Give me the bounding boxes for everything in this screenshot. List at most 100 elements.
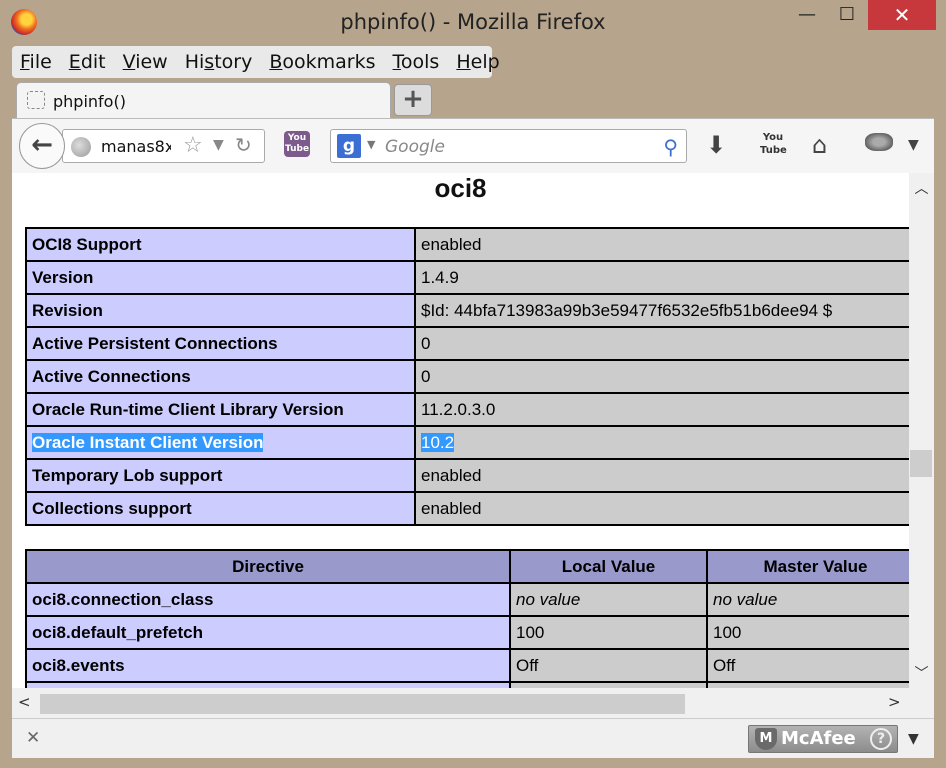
home-icon[interactable]: ⌂ <box>812 131 827 159</box>
table-row: Active Connections 0 <box>25 359 909 394</box>
table-header-row: Directive Local Value Master Value <box>25 549 909 584</box>
row-value-text: 10.2 <box>421 432 455 452</box>
local-value: 100 <box>509 615 708 650</box>
row-value-text: 0 <box>421 366 431 386</box>
scroll-up-icon[interactable]: ︿ <box>909 178 934 198</box>
download-icon[interactable]: ⬇ <box>706 131 726 159</box>
row-key-text: Revision <box>32 300 103 320</box>
scroll-right-icon[interactable]: > <box>888 693 901 711</box>
directive-name: oci8.default_prefetch <box>25 615 511 650</box>
row-value-text: 11.2.0.3.0 <box>421 399 496 419</box>
tab-label: phpinfo() <box>53 92 126 111</box>
table-row: oci8.default_prefetch 100 100 <box>25 615 909 650</box>
search-icon[interactable]: ⚲ <box>663 135 678 159</box>
new-tab-button[interactable]: + <box>394 84 432 116</box>
row-value-text: 0 <box>421 333 431 353</box>
row-key-text: Temporary Lob support <box>32 465 223 485</box>
horizontal-scrollbar[interactable]: < > <box>12 688 934 718</box>
url-bar[interactable]: manas8x ☆ ▼ ↻ <box>62 129 265 163</box>
horizontal-scroll-thumb[interactable] <box>40 694 685 714</box>
google-engine-icon[interactable]: g <box>337 134 361 158</box>
row-key: Temporary Lob support <box>25 458 416 493</box>
row-value: 0 <box>414 359 909 394</box>
directive-name: oci8.connection_class <box>25 582 511 617</box>
row-value: 1.4.9 <box>414 260 909 295</box>
row-key: Version <box>25 260 416 295</box>
row-value: enabled <box>414 491 909 526</box>
master-value: Off <box>706 648 909 683</box>
close-window-button[interactable]: ✕ <box>868 0 936 30</box>
close-addon-bar-icon[interactable]: ✕ <box>26 728 40 748</box>
engine-dropdown-icon[interactable]: ▼ <box>367 138 375 151</box>
menu-help[interactable]: Help <box>456 51 499 73</box>
table-row: Oracle Instant Client Version 10.2 <box>25 425 909 460</box>
row-value-text: enabled <box>421 234 482 254</box>
row-key-text: Oracle Run-time Client Library Version <box>32 399 344 419</box>
master-value: no value <box>706 582 909 617</box>
row-key: Oracle Run-time Client Library Version <box>25 392 416 427</box>
row-key: Active Connections <box>25 359 416 394</box>
navigation-toolbar: manas8x ☆ ▼ ↻ ← You Tube g ▼ Google ⚲ ⬇ … <box>12 118 934 173</box>
table-row: Active Persistent Connections 0 <box>25 326 909 361</box>
minimize-button[interactable]: — <box>792 0 822 30</box>
back-button[interactable]: ← <box>19 123 65 169</box>
row-value: 11.2.0.3.0 <box>414 392 909 427</box>
youtube-extension-icon[interactable]: You Tube <box>284 131 310 157</box>
url-text[interactable]: manas8x <box>101 137 171 156</box>
mcafee-button[interactable]: M McAfee ? <box>748 725 898 753</box>
row-value: $Id: 44bfa713983a99b3e59477f6532e5fb51b6… <box>414 293 909 328</box>
reload-icon[interactable]: ↻ <box>235 133 252 157</box>
row-key-text: Collections support <box>32 498 192 518</box>
search-input[interactable]: Google <box>385 137 445 157</box>
toolbar-menu-dropdown-icon[interactable]: ▼ <box>908 137 919 153</box>
menu-tools[interactable]: Tools <box>393 51 440 73</box>
row-value: enabled <box>414 458 909 493</box>
table-row: oci8.events Off Off <box>25 648 909 683</box>
row-key: Active Persistent Connections <box>25 326 416 361</box>
youtube-icon[interactable]: You Tube <box>760 131 787 159</box>
table-row: oci8.connection_class no value no value <box>25 582 909 617</box>
row-key-text: Version <box>32 267 94 287</box>
tab-phpinfo[interactable]: phpinfo() <box>16 82 391 122</box>
directives-table: Directive Local Value Master Value oci8.… <box>25 549 909 688</box>
scroll-left-icon[interactable]: < <box>18 693 31 711</box>
header-local-value: Local Value <box>509 549 708 584</box>
menu-history[interactable]: History <box>185 51 253 73</box>
scroll-down-icon[interactable]: ﹀ <box>909 663 934 683</box>
table-row: Collections support enabled <box>25 491 909 526</box>
table-row: Version 1.4.9 <box>25 260 909 295</box>
vertical-scrollbar[interactable]: ︿ ﹀ <box>909 173 934 688</box>
menu-bookmarks[interactable]: Bookmarks <box>269 51 375 73</box>
row-key: Collections support <box>25 491 416 526</box>
directive-name: oci8.events <box>25 648 511 683</box>
vertical-scroll-thumb[interactable] <box>910 450 932 477</box>
globe-icon <box>71 137 91 157</box>
help-icon[interactable]: ? <box>870 728 892 750</box>
maximize-button[interactable]: ☐ <box>832 0 862 30</box>
menu-view[interactable]: View <box>123 51 168 73</box>
bookmark-star-icon[interactable]: ☆ <box>183 133 203 158</box>
page-content: oci8 OCI8 Support enabled Version 1.4.9 Revi… <box>12 173 909 688</box>
menu-bar: File Edit View History Bookmarks Tools H… <box>12 46 500 78</box>
mcafee-dropdown-icon[interactable]: ▼ <box>908 731 919 747</box>
row-value: enabled <box>414 227 909 262</box>
row-value-text: enabled <box>421 465 482 485</box>
oci8-info-table: OCI8 Support enabled Version 1.4.9 Revision $… <box>25 227 909 526</box>
table-row: OCI8 Support enabled <box>25 227 909 262</box>
menu-file[interactable]: File <box>20 51 52 73</box>
row-key-text: Oracle Instant Client Version <box>32 432 264 452</box>
header-master-value: Master Value <box>706 549 909 584</box>
row-key-text: OCI8 Support <box>32 234 142 254</box>
header-directive: Directive <box>25 549 511 584</box>
row-key: OCI8 Support <box>25 227 416 262</box>
addon-icon[interactable] <box>865 133 893 151</box>
local-value: Off <box>509 648 708 683</box>
url-history-dropdown-icon[interactable]: ▼ <box>213 137 224 153</box>
page-favicon-icon <box>27 91 45 109</box>
master-value: 100 <box>706 615 909 650</box>
row-key-text: Active Connections <box>32 366 191 386</box>
menu-edit[interactable]: Edit <box>69 51 106 73</box>
section-title: oci8 <box>434 173 487 203</box>
addon-bar: ✕ M McAfee ? ▼ <box>12 718 934 758</box>
search-bar[interactable]: g ▼ Google ⚲ <box>330 129 687 163</box>
